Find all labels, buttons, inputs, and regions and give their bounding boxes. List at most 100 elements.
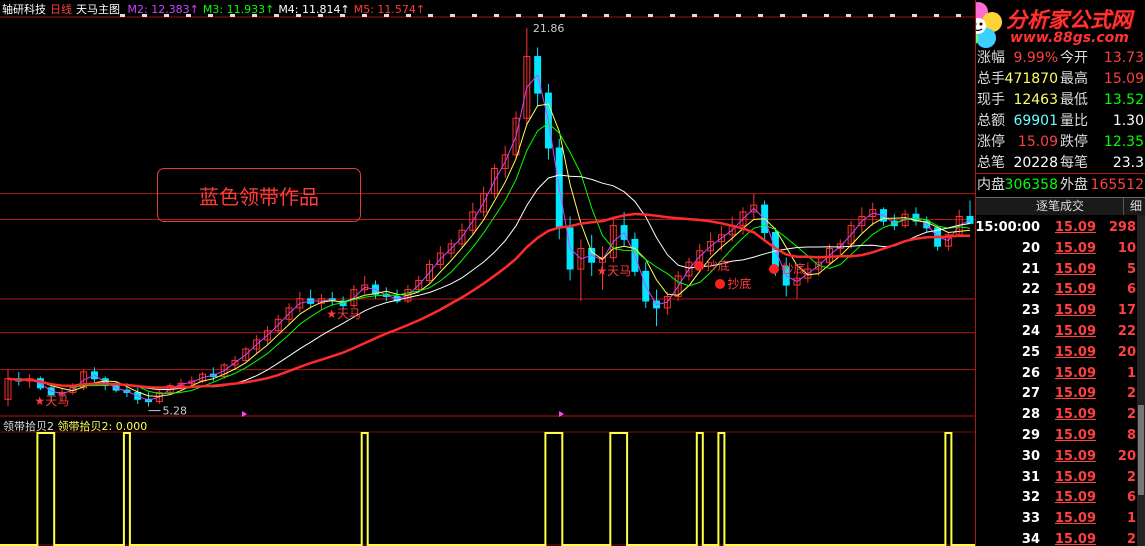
quote-panel: 分析家公式网 www.88gs.com 涨幅 9.99% 今开 13.73 总手 4718… [975, 0, 1145, 546]
tab-label[interactable]: 逐笔成交 [1036, 198, 1084, 215]
signal-text: 抄底 [727, 276, 752, 291]
trade-price: 15.09 [1054, 303, 1096, 319]
tab-trade-detail[interactable]: 逐笔成交 细 [976, 197, 1145, 215]
stat-key: 最低 [1060, 92, 1088, 108]
stat-key: 外盘 [1060, 177, 1088, 193]
trade-price: 15.09 [1054, 532, 1096, 546]
stat-key: 最高 [1060, 71, 1088, 87]
author-badge: 蓝色领带作品 [157, 168, 361, 222]
stat-value: 69901 [1013, 113, 1058, 129]
template-name[interactable]: 天马主图 [76, 3, 120, 16]
trade-row: 24 15.09 22 [976, 321, 1138, 342]
period-label[interactable]: 日线 [50, 3, 72, 16]
stat-row: 现手 12463 最低 13.52 [976, 90, 1145, 111]
trade-price: 15.09 [1054, 324, 1096, 339]
trade-price: 15.09 [1054, 220, 1096, 235]
ma-line-m4 [7, 174, 971, 391]
trade-row: 30 15.09 20 [976, 446, 1138, 467]
site-logo[interactable]: 分析家公式网 www.88gs.com [976, 0, 1145, 48]
trade-time: 20 [1021, 240, 1040, 256]
kline-chart[interactable]: 21.86 5.28 [0, 0, 975, 546]
stock-name[interactable]: 轴研科技 [2, 3, 46, 16]
trade-volume: 2 [1126, 532, 1136, 546]
top-marker-dot [626, 14, 631, 17]
top-marker-dot [516, 14, 521, 17]
signal-text: 抄底 [781, 261, 806, 276]
stat-key: 总手 [977, 71, 1005, 87]
trade-row: 34 15.09 2 [976, 529, 1138, 546]
ma-value-5: M5: 11.574↑ [353, 3, 426, 16]
stat-key: 总额 [977, 113, 1005, 129]
trade-time: 28 [1021, 407, 1040, 423]
top-marker-dot [604, 14, 609, 17]
trade-row: 26 15.09 1 [976, 363, 1138, 384]
top-marker-dot [780, 14, 785, 17]
red-dot-icon [693, 260, 704, 271]
ma-value-2: M2: 12.383↑ [127, 3, 199, 16]
trade-price: 15.09 [1054, 407, 1096, 423]
trade-time: 27 [1021, 386, 1040, 402]
top-marker-dot [758, 14, 763, 17]
stat-key: 每笔 [1060, 155, 1088, 171]
signal-text: 抄底 [705, 258, 730, 273]
bottom-signal-label: 抄底 [769, 260, 805, 277]
trade-time: 25 [1021, 344, 1040, 360]
stat-key: 总笔 [977, 155, 1005, 171]
trade-time: 30 [1021, 448, 1040, 464]
stat-value: 20228 [1013, 155, 1058, 171]
trade-volume: 6 [1126, 282, 1136, 298]
flower-logo-icon [976, 2, 1002, 48]
detail-button[interactable]: 细 [1122, 198, 1142, 215]
top-marker-dot [472, 14, 477, 17]
trade-price: 15.09 [1054, 448, 1096, 464]
trade-time: 26 [1021, 365, 1040, 381]
trade-volume: 2 [1126, 469, 1136, 485]
top-marker-dot [670, 14, 675, 17]
stat-row: 总手 471870 最高 15.09 [976, 69, 1145, 90]
trade-volume: 2 [1126, 407, 1136, 423]
top-marker-dot [824, 14, 829, 17]
trade-list-scrollbar[interactable] [1137, 215, 1145, 546]
trade-volume: 10 [1117, 240, 1136, 256]
tianma-signal-label: ★天马 [34, 392, 69, 409]
signal-text: 天马 [45, 393, 70, 408]
trade-price: 15.09 [1054, 469, 1096, 485]
top-marker-dot [802, 14, 807, 17]
main-chart-area[interactable]: 21.86 5.28 轴研科技 日线 天马主图 M2: 12.383↑ M3: 11.9… [0, 0, 975, 546]
stat-key: 跌停 [1060, 134, 1088, 150]
sub-indicator-name[interactable]: 领带拾贝2 [3, 420, 54, 433]
stat-row: 涨幅 9.99% 今开 13.73 [976, 48, 1145, 69]
trade-price: 15.09 [1054, 511, 1096, 527]
trade-row: 27 15.09 2 [976, 383, 1138, 404]
sub-indicator-header: 领带拾贝2 领带拾贝2: 0.000 [3, 420, 147, 434]
logo-url[interactable]: www.88gs.com [1010, 30, 1129, 46]
red-dot-icon [715, 278, 726, 289]
trade-row: 25 15.09 20 [976, 342, 1138, 363]
stat-key: 涨幅 [977, 50, 1005, 66]
trade-row: 15:00:00 15.09 298 [976, 217, 1138, 238]
stat-value: 12463 [1013, 92, 1058, 108]
trade-row: 33 15.09 1 [976, 508, 1138, 529]
stat-divider [976, 173, 1145, 174]
trade-time: 21 [1021, 261, 1040, 277]
trade-row: 31 15.09 2 [976, 467, 1138, 488]
top-marker-dot [912, 14, 917, 17]
ma-value-4: M4: 11.814↑ [278, 3, 350, 16]
trade-volume: 6 [1126, 490, 1136, 506]
trade-price: 15.09 [1054, 240, 1096, 256]
trade-volume: 8 [1126, 428, 1136, 443]
stat-row: 涨停 15.09 跌停 12.35 [976, 132, 1145, 153]
trade-volume: 17 [1117, 303, 1136, 319]
trade-row: 28 15.09 2 [976, 404, 1138, 425]
trade-price: 15.09 [1054, 386, 1096, 402]
top-marker-dot [538, 14, 543, 17]
scrollbar-thumb[interactable] [1138, 405, 1144, 495]
stat-value: 12.35 [1103, 134, 1144, 150]
trade-price: 15.09 [1054, 344, 1096, 360]
trade-row: 20 15.09 10 [976, 238, 1138, 259]
top-marker-dot [692, 14, 697, 17]
stat-value: 9.99% [1013, 50, 1058, 66]
tianma-signal-label: ★天马 [326, 305, 361, 322]
top-marker-dot [846, 14, 851, 17]
trade-time: 24 [1021, 324, 1040, 339]
